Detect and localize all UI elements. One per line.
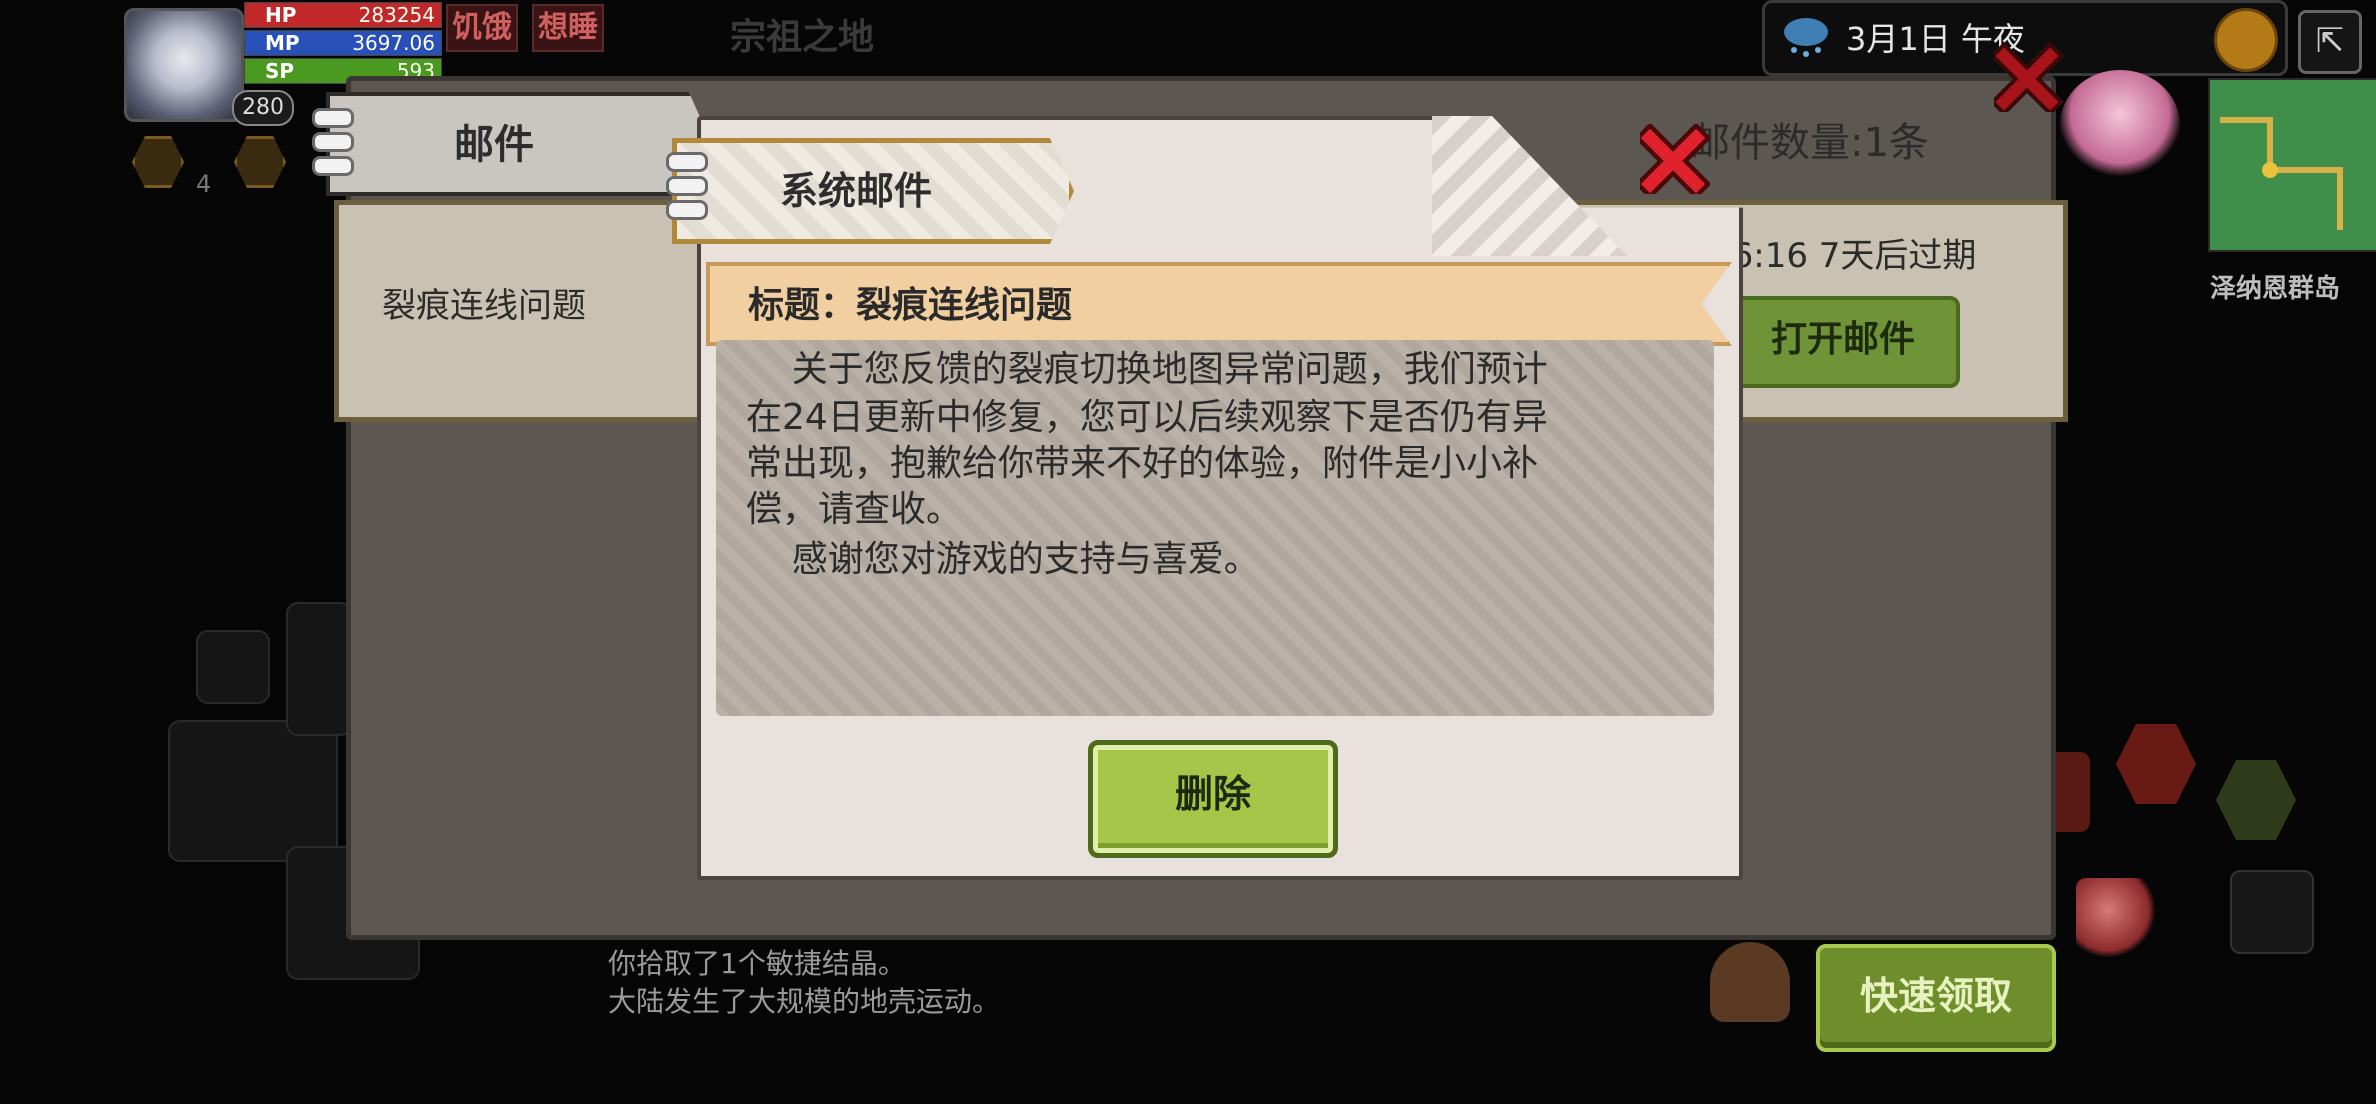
mail-row-time: 16:16 7天后过期 [1710, 236, 1977, 276]
binder-ring [312, 108, 354, 128]
status-hungry: 饥饿 [446, 4, 518, 52]
hp-key: HP [265, 3, 297, 27]
backpack-icon[interactable] [1710, 942, 1790, 1022]
binder-ring [312, 156, 354, 176]
mail-row-title: 裂痕连线问题 [382, 286, 586, 326]
meat-icon[interactable] [2076, 878, 2156, 958]
quick-collect-button[interactable]: 快速领取 [1816, 944, 2056, 1052]
binder-ring [666, 200, 708, 220]
sp-key: SP [265, 59, 295, 83]
sleep-icon[interactable] [2230, 870, 2314, 954]
hp-bar: HP 283254 [244, 2, 442, 28]
body-line: 感谢您对游戏的支持与喜爱。 [746, 539, 1260, 580]
hex-badge-icon[interactable] [2116, 724, 2196, 804]
zone-name: 宗祖之地 [730, 17, 875, 58]
close-icon[interactable] [1640, 124, 1710, 194]
hp-value: 283254 [358, 3, 435, 27]
binder-ring [666, 152, 708, 172]
item-count: 4 [196, 170, 212, 198]
close-icon[interactable] [1994, 42, 2064, 112]
subject-text: 标题：裂痕连线问题 [748, 285, 1073, 326]
dpad-up[interactable] [286, 602, 352, 736]
mp-value: 3697.06 [352, 31, 435, 55]
body-line: 关于您反馈的裂痕切换地图异常问题，我们预计 [746, 349, 1548, 390]
hex-badge-icon[interactable] [132, 136, 184, 188]
binder-ring [666, 176, 708, 196]
log-line: 大陆发生了大规模的地壳运动。 [608, 985, 1001, 1018]
map-name: 泽纳恩群岛 [2210, 274, 2341, 304]
level-badge: 280 [232, 90, 294, 126]
body-line: 在24日更新中修复，您可以后续观察下是否仍有异 [746, 397, 1548, 438]
weather-cloud-icon [1784, 18, 1828, 57]
body-line: 常出现，抱歉给你带来不好的体验，附件是小小补 [746, 443, 1539, 484]
mp-bar: MP 3697.06 [244, 30, 442, 56]
companion-portrait[interactable] [2060, 70, 2180, 180]
mail-count: 邮件数量:1条 [1690, 120, 1929, 166]
minimap[interactable] [2208, 78, 2376, 252]
binder-ring [312, 132, 354, 152]
letter-tab-label: 系统邮件 [780, 169, 933, 213]
mp-key: MP [265, 31, 300, 55]
hex-badge-icon[interactable] [2216, 760, 2296, 840]
exit-icon[interactable]: ⇱ [2298, 10, 2362, 74]
hex-badge-icon[interactable] [234, 136, 286, 188]
delete-button[interactable]: 删除 [1088, 740, 1338, 858]
status-sleepy: 想睡 [532, 4, 604, 52]
open-mail-button[interactable]: 打开邮件 [1726, 296, 1960, 388]
player-avatar[interactable] [124, 8, 244, 122]
mail-tab-label: 邮件 [454, 122, 534, 168]
dpad-left[interactable] [168, 720, 338, 862]
globe-icon[interactable] [2214, 8, 2278, 72]
log-line: 你拾取了1个敏捷结晶。 [608, 947, 906, 980]
action-button[interactable] [196, 630, 270, 704]
body-line: 偿，请查收。 [746, 489, 963, 530]
